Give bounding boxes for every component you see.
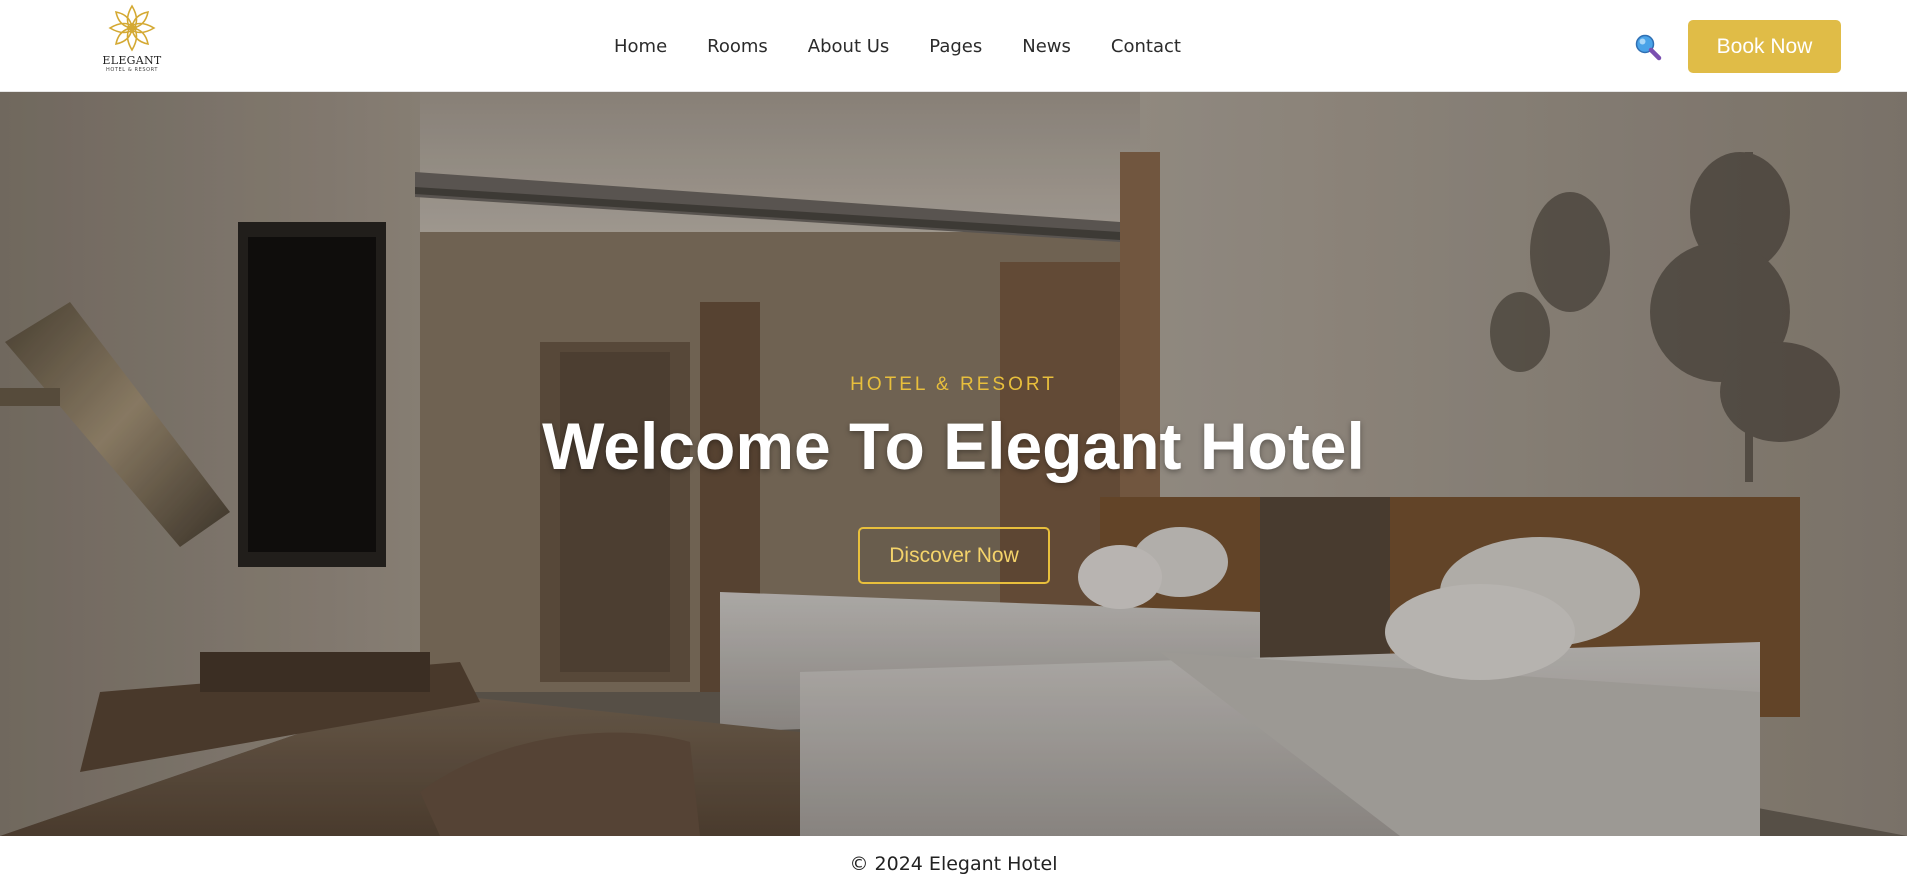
nav-about-us[interactable]: About Us xyxy=(808,33,890,61)
nav-home[interactable]: Home xyxy=(614,33,667,61)
site-footer: © 2024 Elegant Hotel xyxy=(0,836,1907,893)
brand-name: ELEGANT xyxy=(102,54,162,67)
copyright-text: © 2024 Elegant Hotel xyxy=(849,853,1058,875)
nav-rooms[interactable]: Rooms xyxy=(707,33,768,61)
nav-contact[interactable]: Contact xyxy=(1111,33,1181,61)
nav-pages[interactable]: Pages xyxy=(929,33,982,61)
brand-tagline: HOTEL & RESORT xyxy=(105,67,159,73)
hero-title: Welcome To Elegant Hotel xyxy=(542,409,1365,483)
main-nav: Home Rooms About Us Pages News Contact xyxy=(614,33,1181,61)
discover-now-button[interactable]: Discover Now xyxy=(858,527,1050,584)
hero-section: HOTEL & RESORT Welcome To Elegant Hotel … xyxy=(0,92,1907,836)
nav-news[interactable]: News xyxy=(1022,33,1071,61)
lotus-flower-icon xyxy=(108,4,156,52)
magnifier-icon xyxy=(1635,34,1662,61)
hero-eyebrow: HOTEL & RESORT xyxy=(850,374,1057,395)
brand-logo[interactable]: ELEGANT HOTEL & RESORT xyxy=(100,2,164,82)
site-header: ELEGANT HOTEL & RESORT Home Rooms About … xyxy=(0,0,1907,92)
search-button[interactable] xyxy=(1633,32,1663,62)
book-now-button[interactable]: Book Now xyxy=(1688,20,1841,73)
